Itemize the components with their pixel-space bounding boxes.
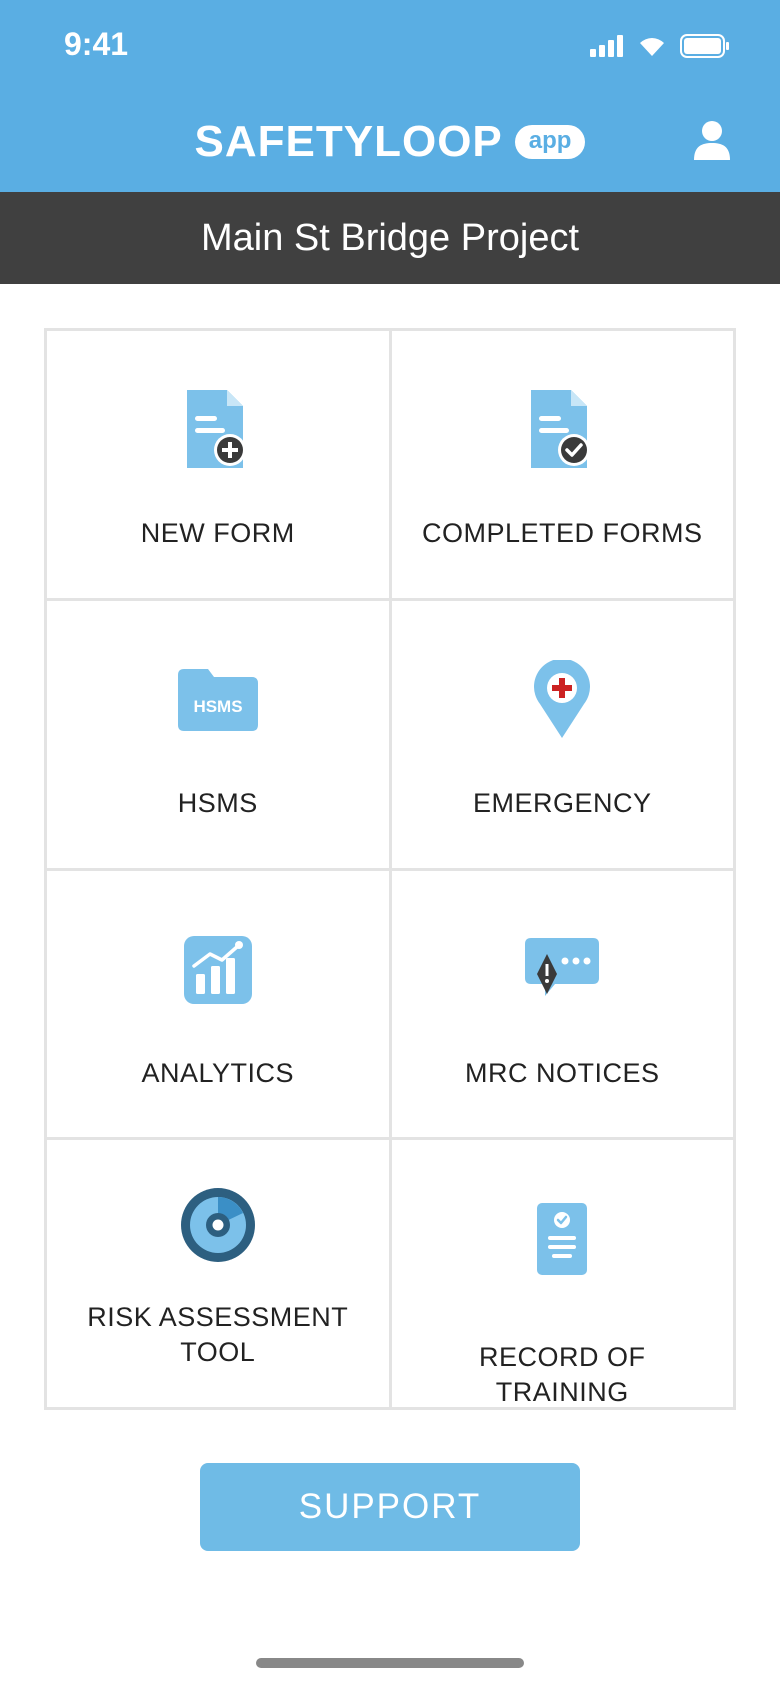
status-time: 9:41 (64, 26, 129, 62)
battery-icon (680, 34, 729, 58)
tile-completed-forms[interactable]: COMPLETED FORMS (391, 331, 733, 598)
document-add-icon (186, 390, 246, 468)
cellular-signal-icon (590, 35, 623, 57)
tile-mrc-notices[interactable]: MRC NOTICES (391, 870, 733, 1138)
tile-label: ANALYTICS (141, 1057, 295, 1088)
tile-label: NEW FORM (140, 518, 295, 548)
tile-label: COMPLETED FORMS (421, 518, 703, 548)
document-check-icon (531, 390, 591, 468)
target-icon (180, 1188, 255, 1263)
brand-name: SAFETYLOOP (194, 117, 503, 166)
home-indicator[interactable] (256, 1658, 524, 1668)
project-title: Main St Bridge Project (0, 192, 780, 284)
tile-record-of-training[interactable]: RECORD OF TRAINING (391, 1140, 733, 1408)
badge-check-icon (537, 1203, 588, 1276)
tile-risk-assessment-tool[interactable]: RISK ASSESSMENT TOOL (47, 1140, 389, 1407)
user-icon[interactable] (692, 120, 732, 162)
tile-analytics[interactable]: ANALYTICS (47, 870, 389, 1138)
app-brand: SAFETYLOOP app (0, 112, 780, 172)
tile-label: HSMS (177, 787, 258, 818)
tile-new-form[interactable]: NEW FORM (47, 331, 389, 598)
wifi-icon (640, 38, 664, 56)
tile-label: RECORD OF TRAINING (479, 1342, 646, 1408)
brand-badge: app (514, 125, 586, 159)
folder-icon: HSMS (177, 668, 258, 731)
folder-icon-text: HSMS (193, 697, 242, 716)
chart-icon (183, 935, 252, 1004)
status-icons (590, 30, 730, 62)
tile-emergency[interactable]: EMERGENCY (391, 600, 733, 868)
app-header: 9:41 SAFETYLOOP app (0, 0, 780, 192)
alert-message-icon (525, 937, 600, 996)
tile-label: RISK ASSESSMENT TOOL (87, 1302, 349, 1368)
menu-grid: NEW FORM COMPLETED FORMS HSMS HSMS EMERG… (44, 328, 736, 1410)
location-cross-icon (534, 659, 591, 738)
tile-label: EMERGENCY (472, 787, 652, 818)
tile-hsms[interactable]: HSMS HSMS (47, 600, 389, 868)
tile-label: MRC NOTICES (465, 1057, 660, 1088)
support-button[interactable]: SUPPORT (200, 1463, 580, 1551)
